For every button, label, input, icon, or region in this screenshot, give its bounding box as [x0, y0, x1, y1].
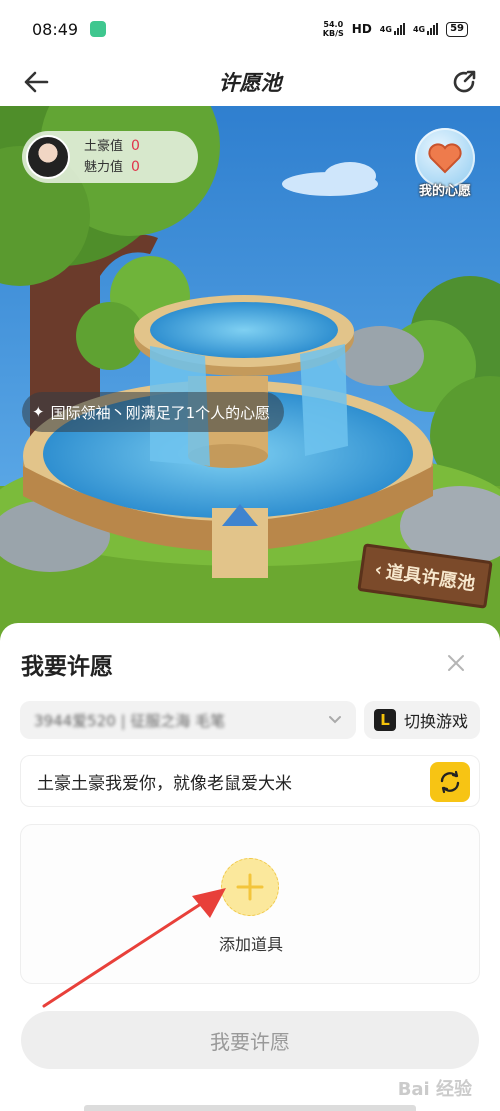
plus-icon	[236, 873, 264, 901]
heart-bubble-icon	[415, 128, 475, 188]
charm-row: 魅力值 0	[84, 159, 140, 175]
add-prop-area: 添加道具	[20, 824, 480, 984]
signal-icon: 4G	[380, 23, 405, 35]
close-icon	[448, 655, 464, 671]
wish-ticker: ✦ 国际领袖丶刚满足了1个人的心愿	[22, 392, 285, 432]
avatar	[26, 135, 70, 179]
sparkle-icon: ✦	[32, 403, 45, 421]
charm-value: 0	[131, 159, 140, 175]
submit-wish-label: 我要许愿	[210, 1029, 290, 1054]
sheet-title: 我要许愿	[21, 654, 113, 680]
switch-game-button[interactable]: L 切换游戏	[364, 701, 480, 739]
battery-icon: 59	[446, 21, 468, 37]
back-arrow-icon	[24, 71, 49, 93]
wish-text: 土豪土豪我爱你，就像老鼠爱大米	[37, 773, 292, 794]
status-indicators: 54.0 KB/S HD 4G 4G 59	[323, 20, 468, 38]
sign-arrow-icon: ‹	[373, 558, 384, 581]
hd-indicator: HD	[351, 22, 372, 36]
network-speed: 54.0 KB/S	[322, 20, 344, 38]
share-icon	[453, 70, 476, 93]
status-bar: 08:49 54.0 KB/S HD 4G 4G 59	[0, 0, 500, 58]
game-account-value: 3944爱520 | 征服之海 毛笔	[34, 711, 226, 730]
app-header: 许愿池	[0, 58, 500, 106]
home-indicator	[84, 1105, 416, 1111]
ticker-text: 国际领袖丶刚满足了1个人的心愿	[50, 403, 271, 422]
close-button[interactable]	[442, 649, 470, 677]
user-stats: 土豪值 0 魅力值 0	[84, 136, 140, 178]
page-title: 许愿池	[218, 71, 282, 95]
user-stats-card[interactable]: 土豪值 0 魅力值 0	[22, 131, 198, 183]
make-wish-sheet: 我要许愿 3944爱520 | 征服之海 毛笔 L 切换游戏 土豪土豪我爱你，就…	[0, 623, 500, 1111]
wish-text-field[interactable]: 土豪土豪我爱你，就像老鼠爱大米	[20, 755, 480, 807]
game-logo-icon: L	[374, 709, 396, 731]
share-button[interactable]	[446, 64, 482, 100]
tuhao-value: 0	[131, 138, 140, 154]
switch-game-label: 切换游戏	[404, 712, 469, 731]
watermark: Bai 经验	[397, 1079, 472, 1100]
my-wish-button[interactable]: 我的心愿	[410, 128, 480, 199]
status-time: 08:49	[32, 19, 79, 39]
chevron-down-icon	[329, 716, 341, 724]
tuhao-row: 土豪值 0	[84, 138, 140, 154]
app-notification-icon	[90, 21, 107, 37]
add-prop-button[interactable]	[221, 858, 279, 916]
signal-icon-2: 4G	[413, 23, 439, 35]
refresh-icon	[440, 770, 460, 794]
wishing-pool-scene: 土豪值 0 魅力值 0 我的心愿 ✦ 国际领袖丶刚满足了1个人的心愿 ‹ 道具许愿池	[0, 106, 500, 646]
submit-wish-button[interactable]: 我要许愿	[21, 1011, 479, 1069]
add-prop-label: 添加道具	[218, 935, 283, 954]
game-account-select[interactable]: 3944爱520 | 征服之海 毛笔	[20, 701, 356, 739]
back-button[interactable]	[18, 64, 54, 100]
refresh-wish-button[interactable]	[430, 762, 470, 802]
my-wish-label: 我的心愿	[418, 184, 471, 199]
